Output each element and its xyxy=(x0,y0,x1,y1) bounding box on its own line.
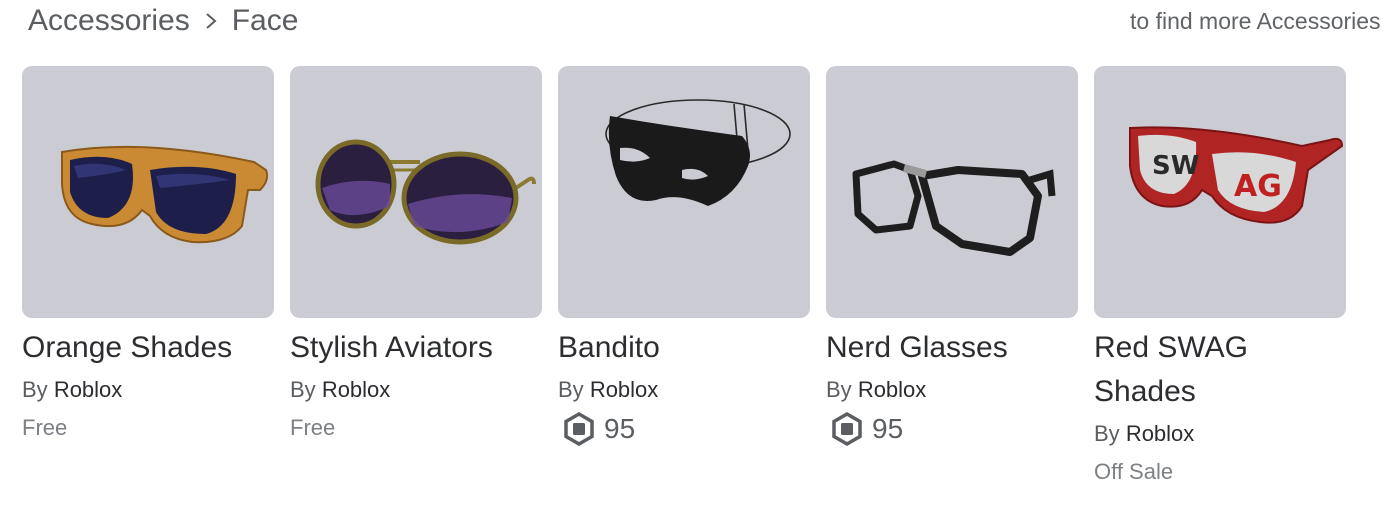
chevron-right-icon xyxy=(206,13,217,29)
item-price: 95 xyxy=(826,412,1078,446)
item-thumbnail[interactable]: SW AG xyxy=(1094,66,1346,318)
item-price: Off Sale xyxy=(1094,459,1174,484)
svg-text:SW: SW xyxy=(1152,151,1199,181)
by-label: By xyxy=(22,377,48,402)
item-grid: Orange Shades By Roblox Free Stylish Avi… xyxy=(22,66,1346,488)
item-creator: By Roblox xyxy=(290,374,542,406)
item-thumbnail[interactable] xyxy=(22,66,274,318)
item-price: Free xyxy=(290,415,336,440)
creator-link[interactable]: Roblox xyxy=(590,377,658,402)
item-thumbnail[interactable] xyxy=(558,66,810,318)
by-label: By xyxy=(558,377,584,402)
item-name[interactable]: Stylish Aviators xyxy=(290,326,542,370)
item-creator: By Roblox xyxy=(558,374,810,406)
orange-shades-image xyxy=(61,145,269,244)
item-name[interactable]: Red SWAG Shades xyxy=(1094,326,1346,414)
item-card[interactable]: Orange Shades By Roblox Free xyxy=(22,66,274,488)
item-price: Free xyxy=(22,415,68,440)
item-card[interactable]: Bandito By Roblox 95 xyxy=(558,66,810,488)
by-label: By xyxy=(1094,421,1120,446)
stylish-aviators-image xyxy=(315,139,536,245)
robux-amount: 95 xyxy=(872,413,904,444)
robux-icon xyxy=(564,412,594,446)
robux-amount: 95 xyxy=(604,413,636,444)
creator-link[interactable]: Roblox xyxy=(1126,421,1194,446)
more-accessories-hint: to find more Accessories xyxy=(1130,6,1381,36)
hint-text: to find more Accessories xyxy=(1130,8,1381,34)
item-creator: By Roblox xyxy=(826,374,1078,406)
item-card[interactable]: Nerd Glasses By Roblox 95 xyxy=(826,66,1078,488)
creator-link[interactable]: Roblox xyxy=(858,377,926,402)
breadcrumb-accessories-link[interactable]: Accessories xyxy=(28,4,190,38)
svg-text:AG: AG xyxy=(1234,169,1282,204)
item-creator: By Roblox xyxy=(1094,418,1346,450)
item-thumbnail[interactable] xyxy=(826,66,1078,318)
item-card[interactable]: Stylish Aviators By Roblox Free xyxy=(290,66,542,488)
breadcrumb: Accessories Face xyxy=(28,4,298,38)
nerd-glasses-image xyxy=(852,160,1056,256)
creator-link[interactable]: Roblox xyxy=(322,377,390,402)
robux-icon xyxy=(832,412,862,446)
item-thumbnail[interactable] xyxy=(290,66,542,318)
item-creator: By Roblox xyxy=(22,374,274,406)
by-label: By xyxy=(826,377,852,402)
item-card[interactable]: SW AG Red SWAG Shades By Roblox Off Sale xyxy=(1094,66,1346,488)
breadcrumb-current: Face xyxy=(231,4,299,37)
bandito-image xyxy=(605,99,791,206)
item-name[interactable]: Bandito xyxy=(558,326,810,370)
by-label: By xyxy=(290,377,316,402)
item-name[interactable]: Nerd Glasses xyxy=(826,326,1078,370)
item-name[interactable]: Orange Shades xyxy=(22,326,274,370)
creator-link[interactable]: Roblox xyxy=(54,377,122,402)
item-price: 95 xyxy=(558,412,810,446)
red-swag-shades-image: SW AG xyxy=(1129,126,1344,224)
